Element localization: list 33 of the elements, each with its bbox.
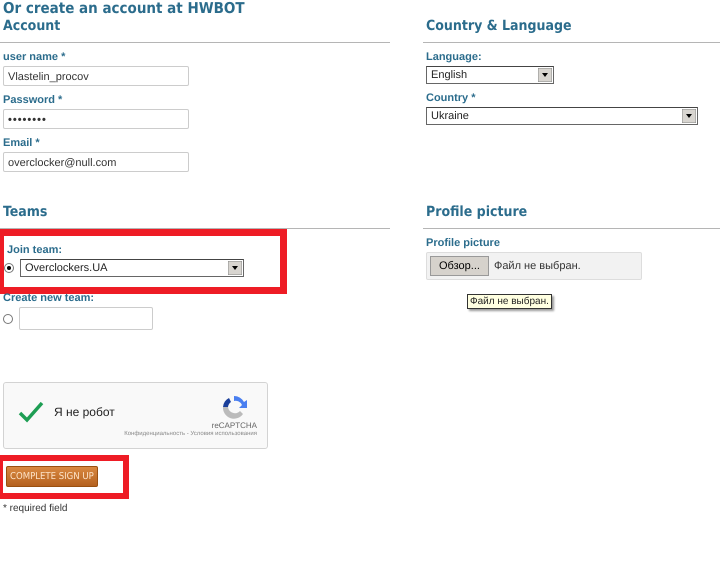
field-label: Language: (426, 51, 483, 63)
radio-button[interactable] (4, 263, 14, 273)
field-label: Email * (3, 137, 41, 149)
input-field[interactable]: Vlastelin_procov (3, 66, 189, 86)
caret-icon (228, 261, 242, 275)
field-label: Create new team: (2, 292, 96, 304)
required-note: * required field (3, 503, 68, 514)
section-heading: Teams (0, 204, 390, 229)
input-field[interactable]: •••••••• (3, 109, 189, 129)
input-field[interactable]: overclocker@null.com (3, 152, 189, 172)
tooltip: Файл не выбран. (467, 294, 552, 309)
radio-button[interactable] (3, 314, 13, 324)
recaptcha-logo-icon (220, 393, 248, 421)
field-label: Password * (3, 94, 64, 106)
checkmark-icon[interactable] (18, 400, 44, 422)
captcha-brand: reCAPTCHA (212, 421, 257, 430)
caret-icon (538, 68, 552, 82)
section-heading: Account (0, 18, 390, 43)
captcha-label: Я не робот (54, 404, 116, 418)
section-heading: Country & Language (423, 18, 720, 43)
field-label: Country * (426, 92, 476, 104)
section-heading: Profile picture (423, 204, 720, 229)
field-label: user name * (3, 51, 66, 63)
field-label: Profile picture (425, 237, 501, 249)
dropdown[interactable]: English (426, 66, 554, 84)
browse-button[interactable]: Обзор... (430, 256, 489, 276)
input-field[interactable] (19, 307, 153, 330)
dropdown[interactable]: Overclockers.UA (20, 259, 244, 277)
page-title: Or create an account at HWBOT (2, 0, 246, 16)
field-label: Join team: (6, 244, 64, 256)
caret-icon (682, 109, 696, 123)
file-status: Файл не выбран. (494, 260, 581, 272)
dropdown[interactable]: Ukraine (426, 107, 698, 125)
